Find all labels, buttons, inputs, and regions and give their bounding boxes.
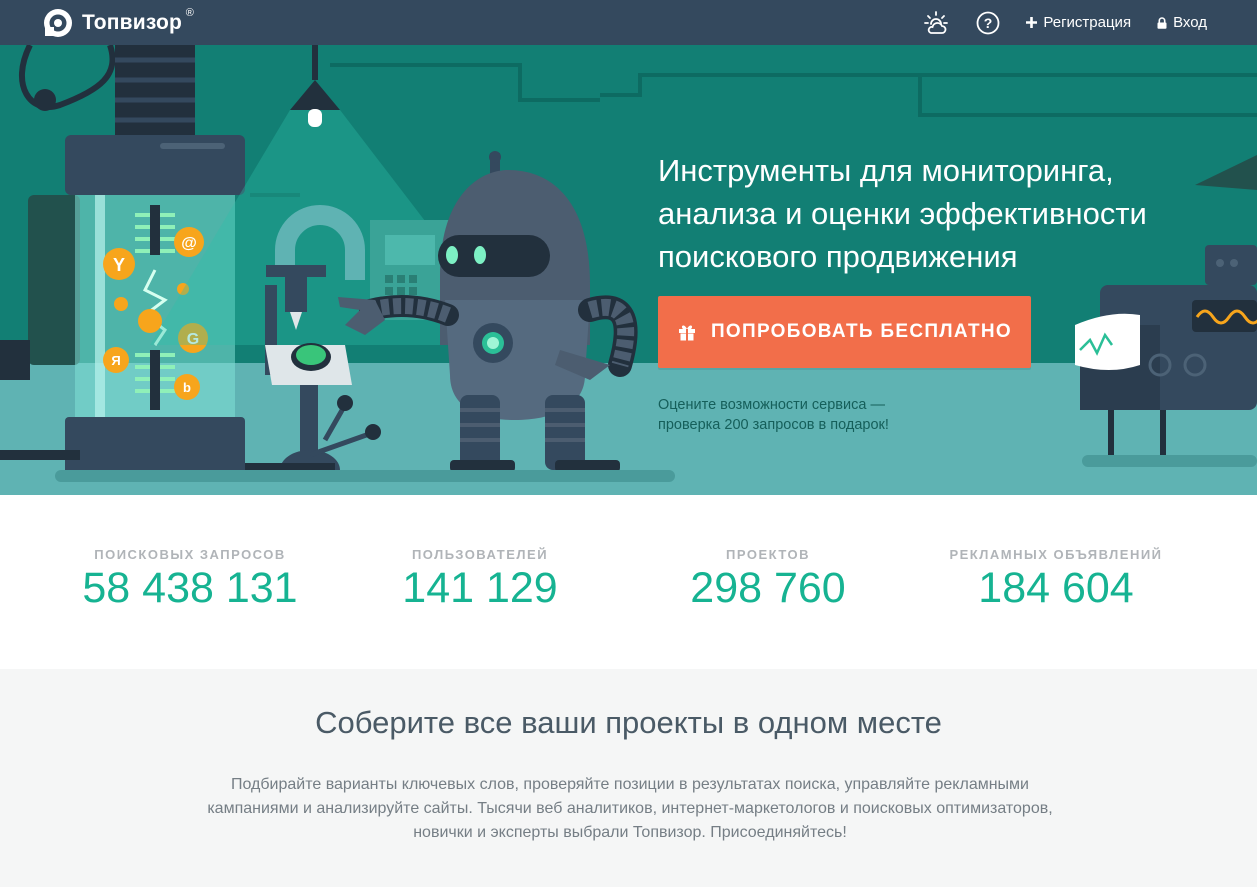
logo-link[interactable]: Топвизор ® <box>42 7 194 39</box>
stat-users: ПОЛЬЗОВАТЕЛЕЙ 141 129 <box>345 547 615 613</box>
stat-projects: ПРОЕКТОВ 298 760 <box>633 547 903 613</box>
login-label: Вход <box>1173 14 1207 31</box>
help-button[interactable]: ? <box>976 11 1000 35</box>
engine-ball-yandex: Y <box>113 255 125 275</box>
stats-section: ПОИСКОВЫХ ЗАПРОСОВ 58 438 131 ПОЛЬЗОВАТЕ… <box>0 495 1257 669</box>
stat-value: 58 438 131 <box>82 564 298 612</box>
hero-title-line: Инструменты для мониторинга, <box>658 153 1114 188</box>
engine-ball-yandex-ru: Я <box>111 353 120 368</box>
weather-cloud-sun-icon <box>924 10 949 34</box>
stat-label: ПОИСКОВЫХ ЗАПРОСОВ <box>94 547 286 562</box>
about-title: Соберите все ваши проекты в одном месте <box>315 705 942 740</box>
hero-section: Y @ G Я b Инструменты для мониторинга, а… <box>0 45 1257 495</box>
logo-text: Топвизор ® <box>82 7 194 35</box>
registered-mark: ® <box>185 7 195 19</box>
hero-note: Оцените возможности сервиса — проверка 2… <box>658 395 958 435</box>
about-text-line: Подбирайте варианты ключевых слов, прове… <box>230 776 1029 793</box>
hero-title-line: анализа и оценки эффективности <box>658 196 1147 231</box>
svg-text:?: ? <box>984 15 993 31</box>
hero-title: Инструменты для мониторинга, анализа и о… <box>658 149 1218 278</box>
register-link[interactable]: Регистрация <box>1026 14 1131 31</box>
gift-icon <box>678 325 695 341</box>
help-circle-icon: ? <box>976 11 1000 34</box>
about-text-line: кампаниями и анализируйте сайты. Тысячи … <box>207 800 1053 817</box>
lock-icon <box>1157 16 1167 29</box>
stat-label: ПРОЕКТОВ <box>725 547 810 562</box>
hero-note-line: проверка 200 запросов в подарок! <box>658 417 889 433</box>
stat-value: 298 760 <box>690 564 846 612</box>
topvisor-logo-icon <box>44 9 72 37</box>
hero-title-line: поискового продвижения <box>658 239 1018 274</box>
try-free-button[interactable]: ПОПРОБОВАТЬ БЕСПЛАТНО <box>658 296 1031 368</box>
stat-label: ПОЛЬЗОВАТЕЛЕЙ <box>411 547 549 562</box>
header-nav: ? Регистрация Вход <box>924 0 1207 45</box>
try-free-label: ПОПРОБОВАТЬ БЕСПЛАТНО <box>710 321 1013 342</box>
top-navigation-bar: Топвизор ® ? Регистрация Вход <box>0 0 1257 45</box>
plus-icon <box>1026 17 1038 28</box>
stat-label: РЕКЛАМНЫХ ОБЪЯВЛЕНИЙ <box>949 547 1163 562</box>
register-label: Регистрация <box>1043 14 1132 31</box>
stat-search-queries: ПОИСКОВЫХ ЗАПРОСОВ 58 438 131 <box>55 547 325 613</box>
stat-ads: РЕКЛАМНЫХ ОБЪЯВЛЕНИЙ 184 604 <box>921 547 1191 613</box>
stat-value: 184 604 <box>978 564 1134 612</box>
about-text-line: новички и эксперты выбрали Топвизор. При… <box>413 824 847 841</box>
engine-ball-bing: b <box>183 380 191 395</box>
weather-button[interactable] <box>924 10 950 35</box>
stat-value: 141 129 <box>402 564 558 612</box>
about-text: Подбирайте варианты ключевых слов, прове… <box>170 773 1090 845</box>
engine-ball-mail: @ <box>181 235 197 252</box>
hero-note-line: Оцените возможности сервиса — <box>658 397 885 413</box>
login-link[interactable]: Вход <box>1157 14 1207 31</box>
logo-wordmark: Топвизор <box>82 11 183 34</box>
about-section: Соберите все ваши проекты в одном месте … <box>0 669 1257 887</box>
